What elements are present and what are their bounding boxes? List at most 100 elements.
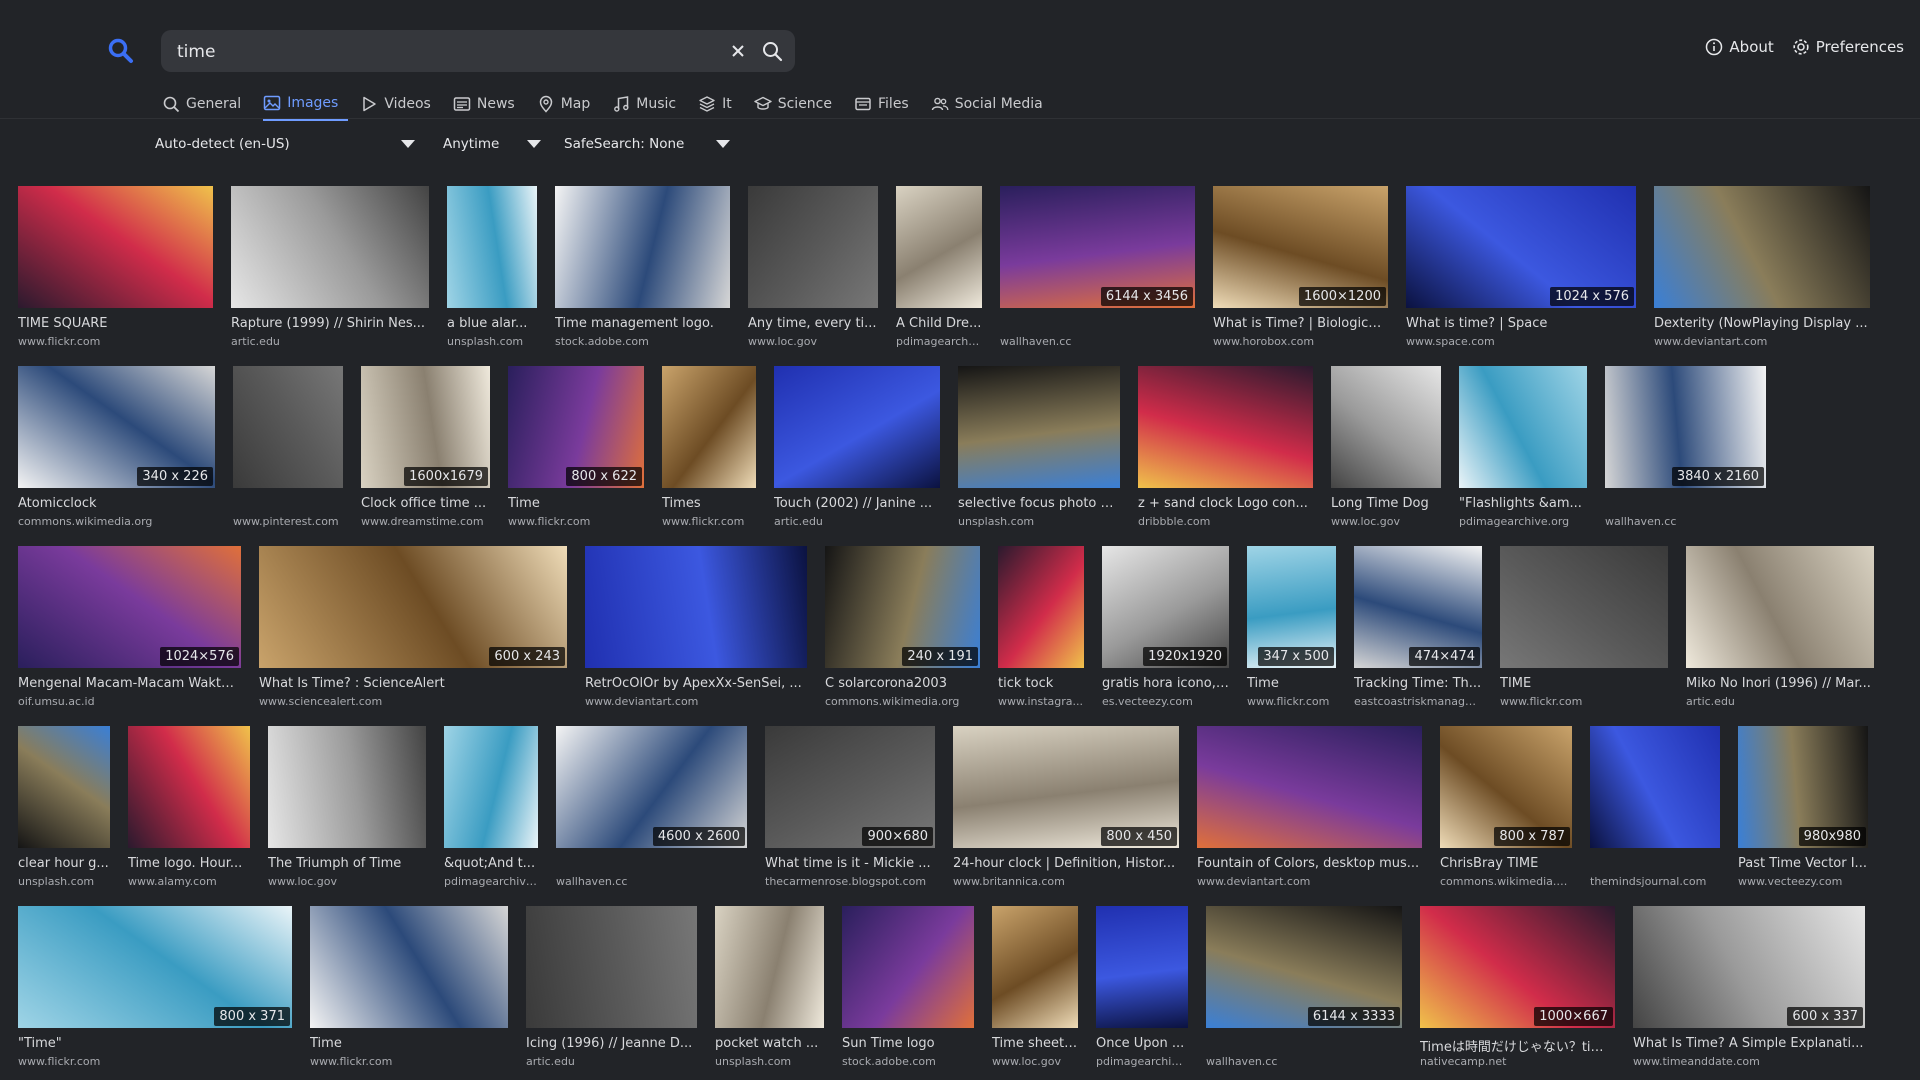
image-result-card[interactable]: 600 x 243 What Is Time? : ScienceAlert www…: [259, 546, 567, 716]
tab-news[interactable]: News: [453, 90, 525, 121]
image-result-card[interactable]: A Child Dre... pdimagearchiv...: [896, 186, 982, 356]
image-title[interactable]: What time is it - Mickie ...: [765, 856, 935, 871]
image-result-card[interactable]: selective focus photo of bro... unsplash.…: [958, 366, 1120, 536]
image-result-card[interactable]: Icing (1996) // Jeanne D... artic.edu: [526, 906, 697, 1076]
image-result-card[interactable]: Fountain of Colors, desktop mus... www.de…: [1197, 726, 1422, 896]
image-title[interactable]: &quot;And t...: [444, 856, 538, 871]
image-result-card[interactable]: 6144 x 3333 wallhaven.cc: [1206, 906, 1402, 1076]
image-thumbnail[interactable]: 1600×1200: [1213, 186, 1388, 308]
image-thumbnail[interactable]: [1331, 366, 1441, 488]
image-thumbnail[interactable]: 980x980: [1738, 726, 1868, 848]
image-thumbnail[interactable]: [1096, 906, 1188, 1028]
image-thumbnail[interactable]: [447, 186, 537, 308]
image-result-card[interactable]: 980x980 Past Time Vector I... www.vecteezy…: [1738, 726, 1868, 896]
tab-it[interactable]: It: [698, 90, 742, 121]
image-title[interactable]: Time: [508, 496, 644, 511]
tab-music[interactable]: Music: [612, 90, 686, 121]
image-result-card[interactable]: 240 x 191 C solarcorona2003 commons.wikime…: [825, 546, 980, 716]
image-thumbnail[interactable]: 600 x 243: [259, 546, 567, 668]
image-thumbnail[interactable]: [748, 186, 878, 308]
tab-videos[interactable]: Videos: [360, 90, 441, 121]
image-title[interactable]: Time logo. Hour...: [128, 856, 250, 871]
image-thumbnail[interactable]: [18, 726, 110, 848]
image-thumbnail[interactable]: [268, 726, 426, 848]
image-thumbnail[interactable]: 3840 x 2160: [1605, 366, 1766, 488]
image-thumbnail[interactable]: 6144 x 3333: [1206, 906, 1402, 1028]
preferences-link[interactable]: Preferences: [1792, 38, 1904, 56]
image-thumbnail[interactable]: 1600x1679: [361, 366, 490, 488]
image-title[interactable]: selective focus photo of bro...: [958, 496, 1120, 511]
image-title[interactable]: Long Time Dog: [1331, 496, 1441, 511]
image-title[interactable]: a blue alar...: [447, 316, 537, 331]
image-result-card[interactable]: 800 x 622 Time www.flickr.com: [508, 366, 644, 536]
image-title[interactable]: ChrisBray TIME: [1440, 856, 1572, 871]
image-title[interactable]: "Time": [18, 1036, 292, 1051]
image-result-card[interactable]: 800 x 371 "Time" www.flickr.com: [18, 906, 292, 1076]
image-title[interactable]: Rapture (1999) // Shirin Nes...: [231, 316, 429, 331]
image-thumbnail[interactable]: [1590, 726, 1720, 848]
image-thumbnail[interactable]: [998, 546, 1084, 668]
image-title[interactable]: Time: [1247, 676, 1336, 691]
image-thumbnail[interactable]: [444, 726, 538, 848]
image-result-card[interactable]: 4600 x 2600 wallhaven.cc: [556, 726, 747, 896]
image-result-card[interactable]: Sun Time logo stock.adobe.com: [842, 906, 974, 1076]
image-title[interactable]: Fountain of Colors, desktop mus...: [1197, 856, 1422, 871]
tab-map[interactable]: Map: [537, 90, 601, 121]
image-thumbnail[interactable]: [585, 546, 807, 668]
image-thumbnail[interactable]: [1138, 366, 1313, 488]
image-title[interactable]: The Triumph of Time: [268, 856, 426, 871]
image-result-card[interactable]: clear hour g... unsplash.com: [18, 726, 110, 896]
image-title[interactable]: "Flashlights &am...: [1459, 496, 1587, 511]
image-thumbnail[interactable]: 347 x 500: [1247, 546, 1336, 668]
image-title[interactable]: gratis hora icono, ...: [1102, 676, 1229, 691]
image-title[interactable]: What Is Time? : ScienceAlert: [259, 676, 567, 691]
image-thumbnail[interactable]: 240 x 191: [825, 546, 980, 668]
tab-science[interactable]: Science: [754, 90, 842, 121]
image-thumbnail[interactable]: 6144 x 3456: [1000, 186, 1195, 308]
image-result-card[interactable]: 800 x 450 24-hour clock | Definition, His…: [953, 726, 1179, 896]
image-result-card[interactable]: pocket watch ... unsplash.com: [715, 906, 824, 1076]
image-title[interactable]: Miko No Inori (1996) // Mar...: [1686, 676, 1874, 691]
image-title[interactable]: Time: [310, 1036, 508, 1051]
image-thumbnail[interactable]: 1920x1920: [1102, 546, 1229, 668]
image-title[interactable]: Mengenal Macam-Macam Waktu...: [18, 676, 241, 691]
image-result-card[interactable]: Rapture (1999) // Shirin Nes... artic.edu: [231, 186, 429, 356]
about-link[interactable]: About: [1705, 38, 1774, 56]
image-result-card[interactable]: 900×680 What time is it - Mickie ... theca…: [765, 726, 935, 896]
image-result-card[interactable]: Time management logo. stock.adobe.com: [555, 186, 730, 356]
image-title[interactable]: Atomicclock: [18, 496, 215, 511]
image-thumbnail[interactable]: [842, 906, 974, 1028]
image-result-card[interactable]: tick tock www.instagra...: [998, 546, 1084, 716]
image-result-card[interactable]: 3840 x 2160 wallhaven.cc: [1605, 366, 1766, 536]
image-thumbnail[interactable]: [1459, 366, 1587, 488]
image-result-card[interactable]: 1024×576 Mengenal Macam-Macam Waktu... oif…: [18, 546, 241, 716]
image-result-card[interactable]: www.pinterest.com: [233, 366, 343, 536]
search-submit-icon[interactable]: [761, 40, 783, 62]
time-range-select[interactable]: Anytime: [443, 132, 541, 156]
image-thumbnail[interactable]: 340 x 226: [18, 366, 215, 488]
image-title[interactable]: Once Upon ...: [1096, 1036, 1188, 1051]
image-result-card[interactable]: Once Upon ... pdimagearchive...: [1096, 906, 1188, 1076]
image-title[interactable]: Tracking Time: Th...: [1354, 676, 1482, 691]
image-result-card[interactable]: &quot;And t... pdimagearchive...: [444, 726, 538, 896]
image-result-card[interactable]: 1600×1200 What is Time? | Biologica... www…: [1213, 186, 1388, 356]
image-thumbnail[interactable]: [1500, 546, 1668, 668]
image-thumbnail[interactable]: [715, 906, 824, 1028]
image-title[interactable]: Time management logo.: [555, 316, 730, 331]
image-result-card[interactable]: Dexterity (NowPlaying Display ... www.dev…: [1654, 186, 1870, 356]
image-title[interactable]: Timeは時間だけじゃない？tim...: [1420, 1036, 1615, 1055]
image-thumbnail[interactable]: [896, 186, 982, 308]
image-thumbnail[interactable]: 900×680: [765, 726, 935, 848]
image-title[interactable]: TIME: [1500, 676, 1668, 691]
image-title[interactable]: clear hour g...: [18, 856, 110, 871]
image-result-card[interactable]: themindsjournal.com: [1590, 726, 1720, 896]
image-thumbnail[interactable]: [555, 186, 730, 308]
image-result-card[interactable]: 1920x1920 gratis hora icono, ... es.vectee…: [1102, 546, 1229, 716]
image-result-card[interactable]: 800 x 787 ChrisBray TIME commons.wikimedia…: [1440, 726, 1572, 896]
image-title[interactable]: Times: [662, 496, 756, 511]
image-thumbnail[interactable]: 800 x 787: [1440, 726, 1572, 848]
image-title[interactable]: Dexterity (NowPlaying Display ...: [1654, 316, 1870, 331]
image-thumbnail[interactable]: 1000×667: [1420, 906, 1615, 1028]
image-thumbnail[interactable]: [128, 726, 250, 848]
image-thumbnail[interactable]: 474×474: [1354, 546, 1482, 668]
